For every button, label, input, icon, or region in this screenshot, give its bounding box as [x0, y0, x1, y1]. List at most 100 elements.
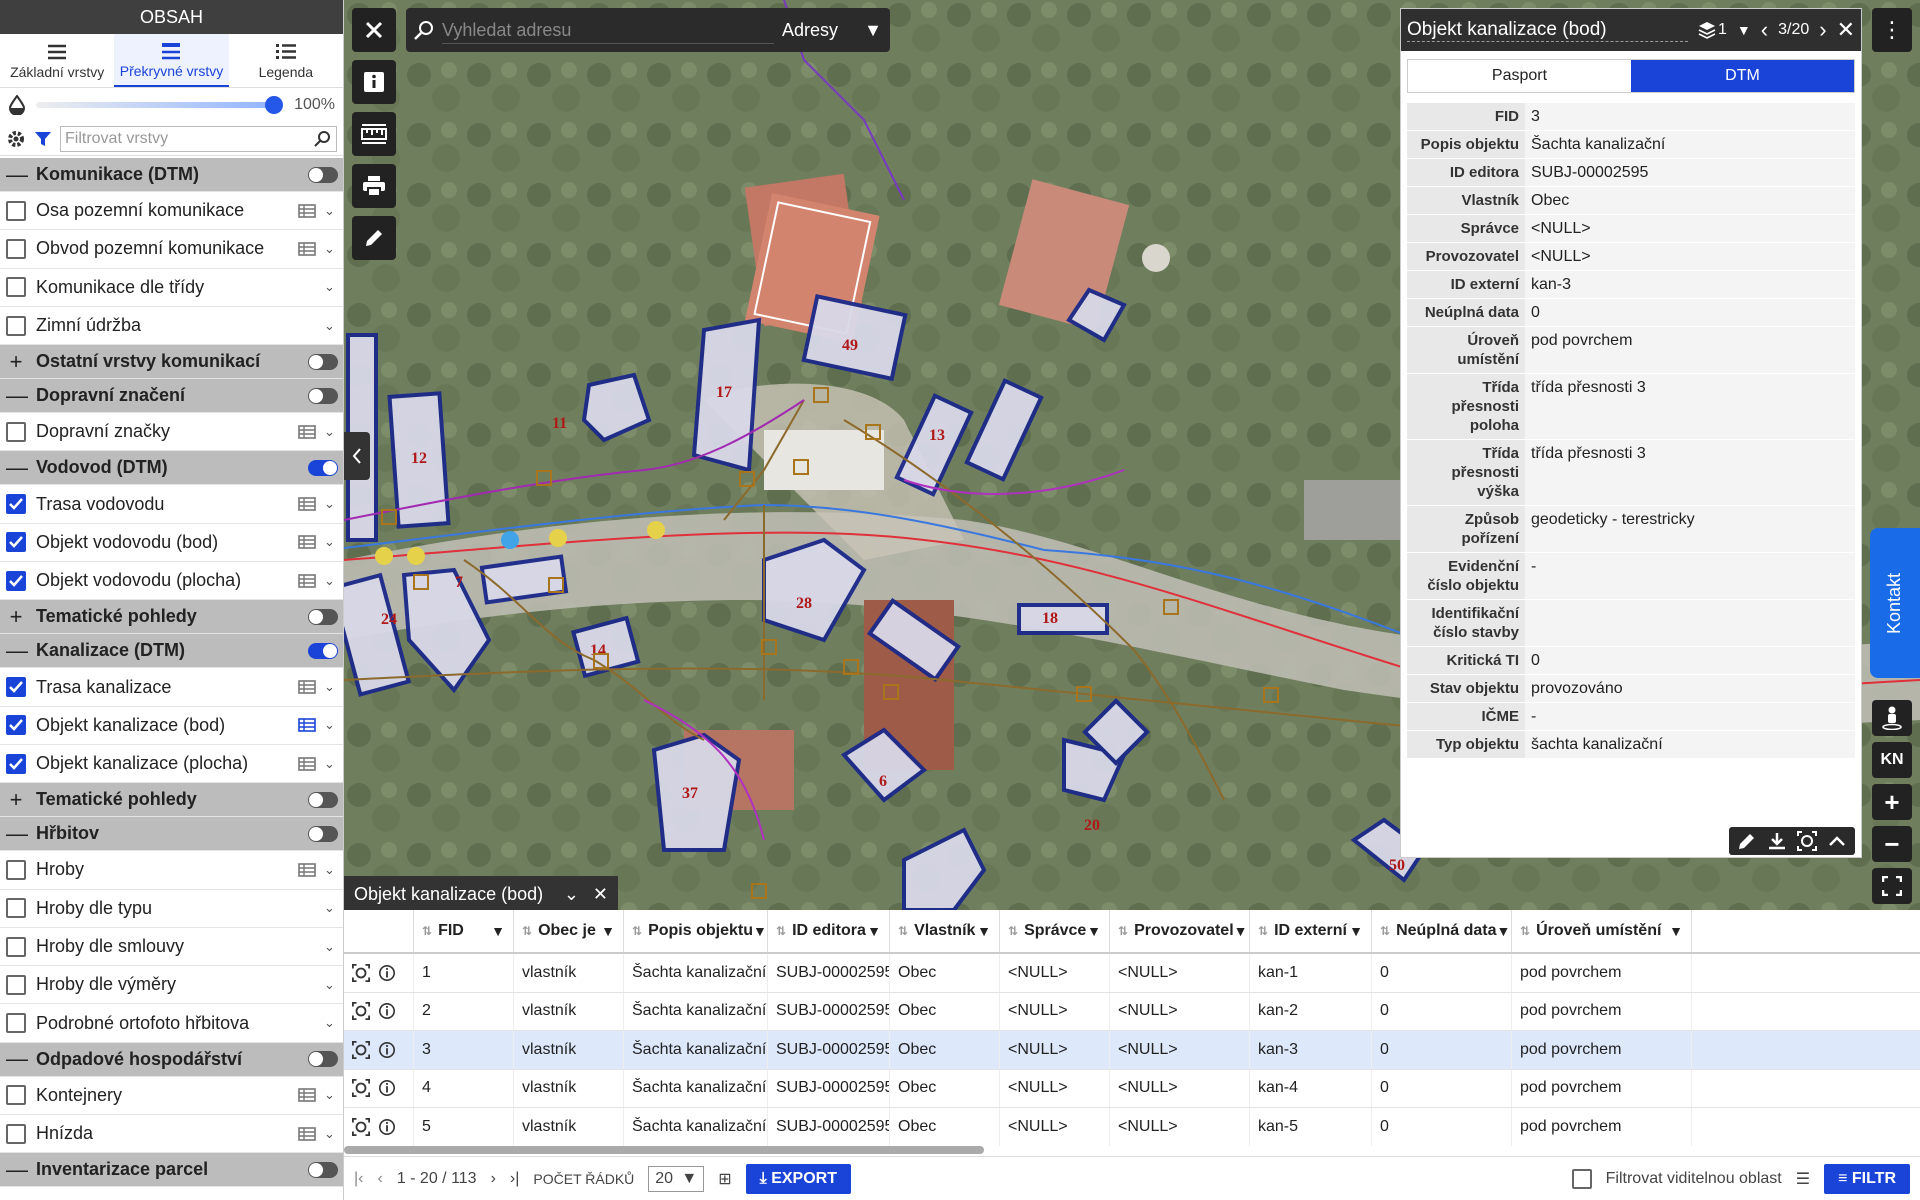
column-filter-icon[interactable]: ▼: [867, 923, 881, 939]
chevron-down-icon[interactable]: ⌄: [324, 756, 338, 772]
sort-icon[interactable]: ⇅: [1520, 924, 1530, 938]
layer-group-toggle[interactable]: [308, 825, 338, 842]
layer-group[interactable]: + Tematické pohledy: [0, 783, 343, 818]
chevron-down-icon[interactable]: ⌄: [324, 318, 338, 334]
expand-plus-icon[interactable]: +: [6, 604, 26, 630]
caret-down-icon[interactable]: ▼: [1737, 22, 1751, 38]
layer-item[interactable]: Objekt kanalizace (bod) ⌄: [0, 707, 343, 745]
attribute-table-icon[interactable]: [298, 242, 316, 256]
chevron-down-icon[interactable]: ⌄: [324, 1126, 338, 1142]
layers-icon[interactable]: [1698, 21, 1716, 39]
chevron-down-icon[interactable]: ⌄: [564, 884, 579, 905]
layer-item[interactable]: Zimní údržba ⌄: [0, 307, 343, 346]
layer-checkbox[interactable]: [6, 494, 26, 515]
info-circle-icon[interactable]: [378, 964, 396, 982]
layer-item[interactable]: Objekt vodovodu (bod) ⌄: [0, 524, 343, 563]
chevron-left-icon[interactable]: ‹: [1761, 17, 1768, 43]
layer-filter-input[interactable]: Filtrovat vrstvy: [60, 125, 337, 152]
column-header[interactable]: ⇅ Obec je ▼: [514, 910, 624, 952]
layer-item[interactable]: Hnízda ⌄: [0, 1115, 343, 1154]
attribute-table-icon[interactable]: [298, 573, 316, 588]
panel-title[interactable]: Objekt kanalizace (bod): [1407, 19, 1688, 42]
attribute-table-icon[interactable]: [298, 863, 316, 877]
layer-checkbox[interactable]: [6, 936, 26, 957]
attribute-table-icon[interactable]: [298, 425, 316, 439]
draw-button[interactable]: [352, 216, 396, 260]
layer-group[interactable]: — Hřbitov: [0, 817, 343, 852]
chevron-right-icon[interactable]: ›: [1819, 17, 1826, 43]
column-header[interactable]: ⇅ FID ▼: [414, 910, 514, 952]
layer-item[interactable]: Kontejnery ⌄: [0, 1077, 343, 1116]
attribute-table-icon[interactable]: [298, 497, 316, 511]
column-filter-icon[interactable]: ▼: [977, 923, 991, 939]
layer-group-toggle[interactable]: [308, 353, 338, 370]
address-search-input[interactable]: Vyhledat adresu: [442, 16, 774, 44]
info-circle-icon[interactable]: [378, 1118, 396, 1136]
attribute-table-icon[interactable]: [298, 756, 316, 771]
layer-group[interactable]: + Tematické pohledy: [0, 600, 343, 635]
column-header[interactable]: ⇅ ID externí ▼: [1250, 910, 1372, 952]
layer-group-toggle[interactable]: [308, 459, 338, 476]
chevron-down-icon[interactable]: ⌄: [324, 1087, 338, 1103]
main-menu-button[interactable]: ⋮: [1872, 8, 1912, 52]
settings-gear-icon[interactable]: [6, 129, 26, 149]
last-page-icon[interactable]: ›|: [510, 1170, 519, 1188]
layer-checkbox[interactable]: [6, 898, 26, 919]
chevron-down-icon[interactable]: ⌄: [324, 900, 338, 916]
measure-button[interactable]: [352, 112, 396, 156]
layer-group[interactable]: + Ostatní vrstvy komunikací: [0, 345, 343, 380]
layer-item[interactable]: Obvod pozemní komunikace ⌄: [0, 230, 343, 269]
layer-checkbox[interactable]: [6, 753, 26, 774]
layer-group-toggle[interactable]: [308, 1161, 338, 1178]
column-header[interactable]: ⇅ ID editora ▼: [768, 910, 890, 952]
attribute-table-icon[interactable]: [298, 1088, 316, 1103]
layer-item[interactable]: Trasa kanalizace ⌄: [0, 668, 343, 707]
chevron-down-icon[interactable]: ⌄: [324, 862, 338, 878]
sort-icon[interactable]: ⇅: [1380, 924, 1390, 938]
street-view-button[interactable]: [1872, 700, 1912, 736]
collapse-minus-icon[interactable]: —: [6, 1046, 28, 1072]
collapse-minus-icon[interactable]: —: [6, 455, 28, 481]
layer-checkbox[interactable]: [6, 200, 26, 221]
layer-checkbox[interactable]: [6, 974, 26, 995]
close-icon[interactable]: ✕: [593, 884, 608, 905]
tab-dtm[interactable]: DTM: [1631, 60, 1854, 92]
layer-checkbox[interactable]: [6, 1123, 26, 1144]
layer-item[interactable]: Komunikace dle třídy ⌄: [0, 269, 343, 307]
layer-item[interactable]: Hroby dle smlouvy ⌄: [0, 928, 343, 967]
sort-icon[interactable]: ⇅: [1118, 924, 1128, 938]
sort-icon[interactable]: ⇅: [1008, 924, 1018, 938]
prev-page-icon[interactable]: ‹: [377, 1170, 382, 1188]
layer-group[interactable]: — Komunikace (DTM): [0, 158, 343, 192]
layer-item[interactable]: Dopravní značky ⌄: [0, 413, 343, 452]
add-column-icon[interactable]: ⊞: [718, 1169, 731, 1189]
layer-checkbox[interactable]: [6, 532, 26, 553]
layer-item[interactable]: Objekt vodovodu (plocha) ⌄: [0, 562, 343, 601]
column-filter-icon[interactable]: ▼: [491, 923, 505, 939]
layer-checkbox[interactable]: [6, 677, 26, 698]
fullscreen-button[interactable]: [1872, 868, 1912, 904]
layer-checkbox[interactable]: [6, 277, 26, 298]
column-header[interactable]: ⇅ Vlastník ▼: [890, 910, 1000, 952]
layer-checkbox[interactable]: [6, 238, 26, 259]
attribute-table-icon[interactable]: [298, 1126, 316, 1141]
layer-item[interactable]: Podrobné ortofoto hřbitova ⌄: [0, 1004, 343, 1043]
table-row[interactable]: 4 vlastník Šachta kanalizační SUBJ-00002595…: [344, 1069, 1920, 1108]
chevron-down-icon[interactable]: ⌄: [324, 1015, 338, 1031]
sort-icon[interactable]: ⇅: [422, 924, 432, 938]
zoom-to-feature-icon[interactable]: [1797, 831, 1817, 851]
layer-checkbox[interactable]: [6, 859, 26, 880]
chevron-down-icon[interactable]: ⌄: [324, 679, 338, 695]
kn-button[interactable]: KN: [1872, 742, 1912, 778]
filter-button[interactable]: ≡ FILTR: [1824, 1163, 1910, 1194]
sort-icon[interactable]: ⇅: [898, 924, 908, 938]
print-button[interactable]: [352, 164, 396, 208]
layer-group[interactable]: — Vodovod (DTM): [0, 451, 343, 486]
layer-checkbox[interactable]: [6, 715, 26, 736]
sort-icon[interactable]: ⇅: [776, 924, 786, 938]
search-mode-select[interactable]: Adresy ▼: [782, 20, 882, 41]
layer-group[interactable]: — Odpadové hospodářství: [0, 1042, 343, 1077]
filter-settings-icon[interactable]: ☰: [1796, 1169, 1810, 1189]
sort-icon[interactable]: ⇅: [1258, 924, 1268, 938]
layer-group-toggle[interactable]: [308, 642, 338, 659]
